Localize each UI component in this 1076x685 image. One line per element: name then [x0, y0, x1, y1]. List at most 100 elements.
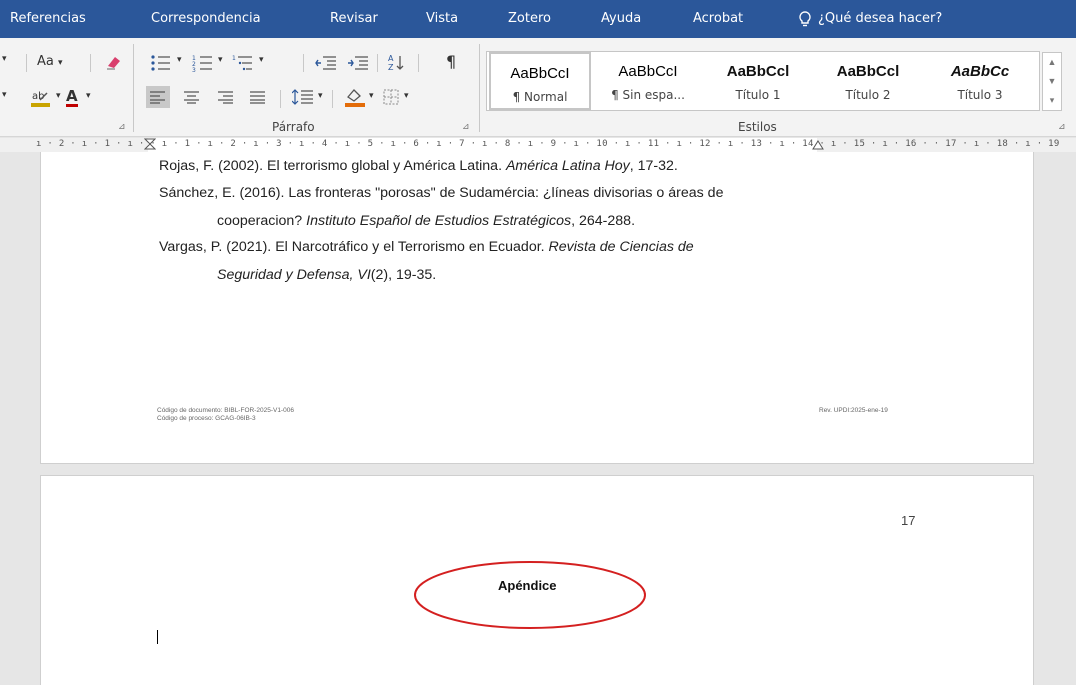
reference-pages: , 17-32.: [629, 158, 678, 174]
group-label-paragraph: Párrafo: [272, 120, 315, 134]
lightbulb-icon: [799, 11, 811, 27]
bullets-icon[interactable]: [150, 54, 172, 72]
separator: [377, 54, 378, 72]
ruler-marks: ı · 2 · ı · 1 · ı · · ı · 1 · ı · 2 · ı …: [36, 139, 1060, 149]
tab-acrobat[interactable]: Acrobat: [693, 11, 743, 26]
dropdown-arrow-icon[interactable]: ▾: [2, 54, 7, 64]
ribbon-home: ▾ Aa ▾ ▾ ab ▾ A ▾ ⊿ ▾ 123 ▾ 1 ▾ AZ ¶ ▾ ▾…: [0, 38, 1076, 137]
align-left-icon: [150, 91, 165, 104]
document-page-2[interactable]: 17 Apéndice: [40, 475, 1034, 685]
style-name: Título 2: [845, 88, 891, 102]
align-center-icon[interactable]: [184, 90, 200, 104]
styles-dialog-launcher-icon[interactable]: ⊿: [1058, 122, 1066, 132]
style-name: Título 3: [957, 88, 1003, 102]
style-titulo-3[interactable]: AaBbCc Título 3: [925, 52, 1035, 110]
separator: [26, 54, 27, 72]
reference-text: cooperacion?: [217, 213, 307, 229]
group-separator: [133, 44, 134, 132]
style-sample: AaBbCcl: [836, 63, 900, 80]
dropdown-arrow-icon[interactable]: ▾: [86, 91, 91, 101]
reference-pages: (2), 19-35.: [370, 267, 437, 283]
dropdown-arrow-icon[interactable]: ▾: [177, 55, 182, 65]
footer-codes: Código de documento: BIBL-FOR-2025-V1-00…: [157, 407, 294, 423]
tab-vista[interactable]: Vista: [426, 11, 458, 26]
dropdown-arrow-icon[interactable]: ▾: [404, 91, 409, 101]
reference-text: Vargas, P. (2021). El Narcotráfico y el …: [159, 239, 549, 255]
highlight-color-icon[interactable]: ab: [30, 88, 52, 108]
dropdown-arrow-icon[interactable]: ▾: [2, 90, 7, 100]
separator: [418, 54, 419, 72]
svg-text:A: A: [388, 54, 394, 63]
multilevel-list-icon[interactable]: 1: [232, 54, 256, 72]
svg-text:Z: Z: [388, 63, 394, 72]
styles-scroll: ▲ ▼ ▾: [1042, 52, 1062, 111]
indent-marker-icon[interactable]: [144, 138, 156, 152]
shading-icon[interactable]: [344, 86, 366, 108]
group-label-styles: Estilos: [738, 120, 777, 134]
justify-icon[interactable]: [250, 90, 266, 104]
footer-revision: Rev. UPDI:2025-ene-19: [819, 407, 888, 414]
change-case-button[interactable]: Aa ▾: [37, 54, 63, 69]
dropdown-arrow-icon[interactable]: ▾: [318, 91, 323, 101]
paragraph-dialog-launcher-icon[interactable]: ⊿: [462, 122, 470, 132]
svg-text:3: 3: [192, 67, 196, 72]
reference-vargas-cont[interactable]: Seguridad y Defensa, VI(2), 19-35.: [217, 267, 436, 283]
show-formatting-marks-icon[interactable]: ¶: [446, 52, 456, 71]
text-cursor: [157, 630, 158, 644]
svg-text:1: 1: [232, 55, 236, 62]
tab-revisar[interactable]: Revisar: [330, 11, 378, 26]
red-ellipse-annotation: [414, 561, 646, 629]
group-separator: [479, 44, 480, 132]
align-left-button[interactable]: [146, 86, 170, 108]
change-case-label: Aa: [37, 54, 54, 69]
styles-gallery: AaBbCcI ¶ Normal AaBbCcI ¶ Sin espa... A…: [486, 51, 1040, 111]
style-sin-espaciado[interactable]: AaBbCcI ¶ Sin espa...: [595, 52, 701, 110]
font-dialog-launcher-icon[interactable]: ⊿: [118, 122, 126, 132]
reference-vargas[interactable]: Vargas, P. (2021). El Narcotráfico y el …: [159, 239, 694, 255]
tab-zotero[interactable]: Zotero: [508, 11, 551, 26]
style-name: ¶ Sin espa...: [611, 88, 685, 102]
reference-source: Instituto Español de Estudios Estratégic…: [306, 213, 572, 229]
font-color-button[interactable]: A: [66, 89, 78, 107]
tab-ayuda[interactable]: Ayuda: [601, 11, 641, 26]
reference-sanchez[interactable]: Sánchez, E. (2016). Las fronteras "poros…: [159, 185, 723, 201]
more-styles-icon[interactable]: ▾: [1043, 91, 1061, 110]
borders-icon[interactable]: [383, 89, 399, 105]
clear-formatting-icon[interactable]: [104, 52, 124, 72]
reference-text: Rojas, F. (2002). El terrorismo global y…: [159, 158, 506, 174]
document-page[interactable]: Rojas, F. (2002). El terrorismo global y…: [40, 152, 1034, 464]
reference-rojas[interactable]: Rojas, F. (2002). El terrorismo global y…: [159, 158, 678, 174]
style-sample: AaBbCc: [950, 63, 1010, 80]
style-sample: AaBbCcl: [726, 63, 790, 80]
scroll-down-icon[interactable]: ▼: [1043, 72, 1061, 91]
numbering-icon[interactable]: 123: [192, 54, 214, 72]
tab-referencias[interactable]: Referencias: [10, 11, 86, 26]
style-name: Título 1: [735, 88, 781, 102]
increase-indent-icon[interactable]: [347, 54, 369, 72]
dropdown-arrow-icon[interactable]: ▾: [218, 55, 223, 65]
tell-me-search[interactable]: ¿Qué desea hacer?: [818, 11, 942, 26]
separator: [90, 54, 91, 72]
tab-correspondencia[interactable]: Correspondencia: [151, 11, 261, 26]
decrease-indent-icon[interactable]: [315, 54, 337, 72]
page-number: 17: [901, 513, 916, 528]
footer-doc-code: Código de documento: BIBL-FOR-2025-V1-00…: [157, 407, 294, 414]
dropdown-arrow-icon[interactable]: ▾: [259, 55, 264, 65]
reference-source: Seguridad y Defensa, VI: [217, 267, 371, 283]
separator: [303, 54, 304, 72]
horizontal-ruler[interactable]: ı · 2 · ı · 1 · ı · · ı · 1 · ı · 2 · ı …: [0, 138, 1076, 152]
sort-icon[interactable]: AZ: [388, 53, 406, 73]
dropdown-arrow-icon[interactable]: ▾: [56, 91, 61, 101]
style-titulo-1[interactable]: AaBbCcl Título 1: [705, 52, 811, 110]
style-sample: AaBbCcI: [618, 63, 678, 80]
style-normal[interactable]: AaBbCcI ¶ Normal: [489, 52, 591, 110]
line-spacing-icon[interactable]: [292, 88, 314, 106]
scroll-up-icon[interactable]: ▲: [1043, 53, 1061, 72]
reference-pages: , 264-288.: [571, 213, 636, 229]
align-right-icon[interactable]: [218, 90, 234, 104]
footer-process-code: Código de proceso: GCAG-06IB-3: [157, 415, 256, 422]
right-indent-marker-icon[interactable]: [812, 139, 824, 151]
reference-sanchez-cont[interactable]: cooperacion? Instituto Español de Estudi…: [217, 213, 635, 229]
style-titulo-2[interactable]: AaBbCcl Título 2: [815, 52, 921, 110]
dropdown-arrow-icon[interactable]: ▾: [369, 91, 374, 101]
